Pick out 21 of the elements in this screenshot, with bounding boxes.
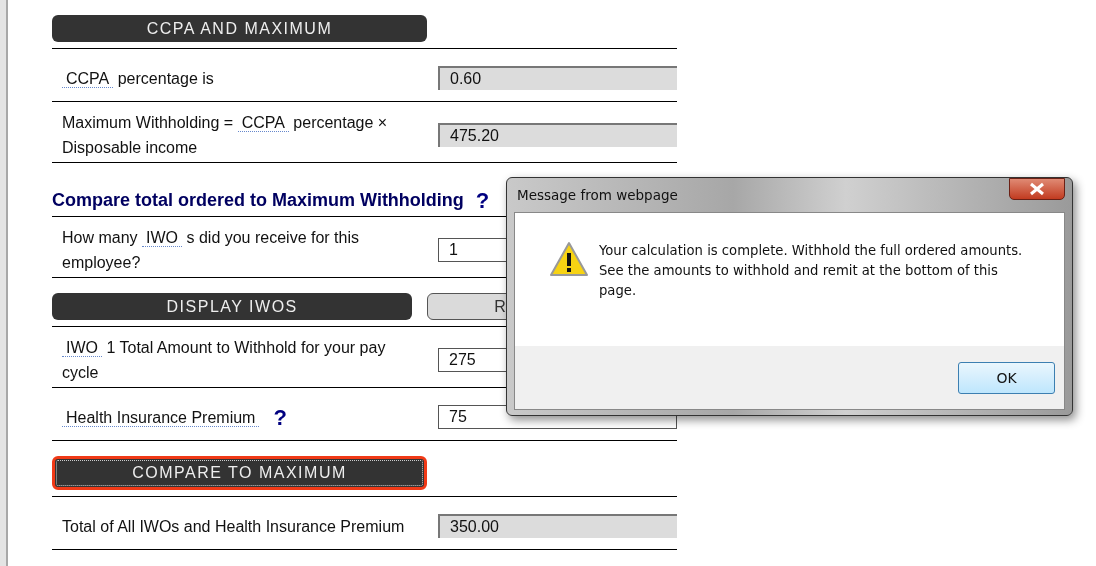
warning-icon <box>549 241 589 277</box>
field-label: Health Insurance Premium <box>62 404 260 430</box>
section-button[interactable]: CCPA AND MAXIMUM <box>52 15 427 42</box>
close-button[interactable] <box>1009 178 1065 200</box>
field-label: How many IWO s did you receive for this employee? <box>62 228 360 273</box>
output-field[interactable]: 350.00 <box>438 514 677 538</box>
field-label: Maximum Withholding = CCPA percentage × Disposable income <box>62 113 389 158</box>
ok-button[interactable]: OK <box>958 361 1055 394</box>
field-label: Total of All IWOs and Health Insurance Premium <box>62 516 405 537</box>
help-link[interactable]: ? <box>273 404 287 430</box>
output-field[interactable]: 475.20 <box>438 123 677 147</box>
section-heading: Compare total ordered to Maximum Withholding <box>52 190 464 211</box>
dialog-title: Message from webpage <box>516 187 678 203</box>
close-icon <box>1028 182 1046 196</box>
output-field[interactable]: 0.60 <box>438 66 677 90</box>
help-link[interactable]: ? <box>475 187 490 214</box>
field-label: IWO 1 Total Amount to Withhold for your pay cycle <box>62 338 387 383</box>
dialog-message: Your calculation is complete. Withhold the full ordered amounts. See the amounts to withhold and remit at the bottom of this page. <box>599 242 1024 300</box>
field-label: CCPA percentage is <box>62 65 214 91</box>
action-button[interactable]: DISPLAY IWOS <box>52 293 413 320</box>
action-button[interactable]: COMPARE TO MAXIMUM <box>52 456 427 490</box>
